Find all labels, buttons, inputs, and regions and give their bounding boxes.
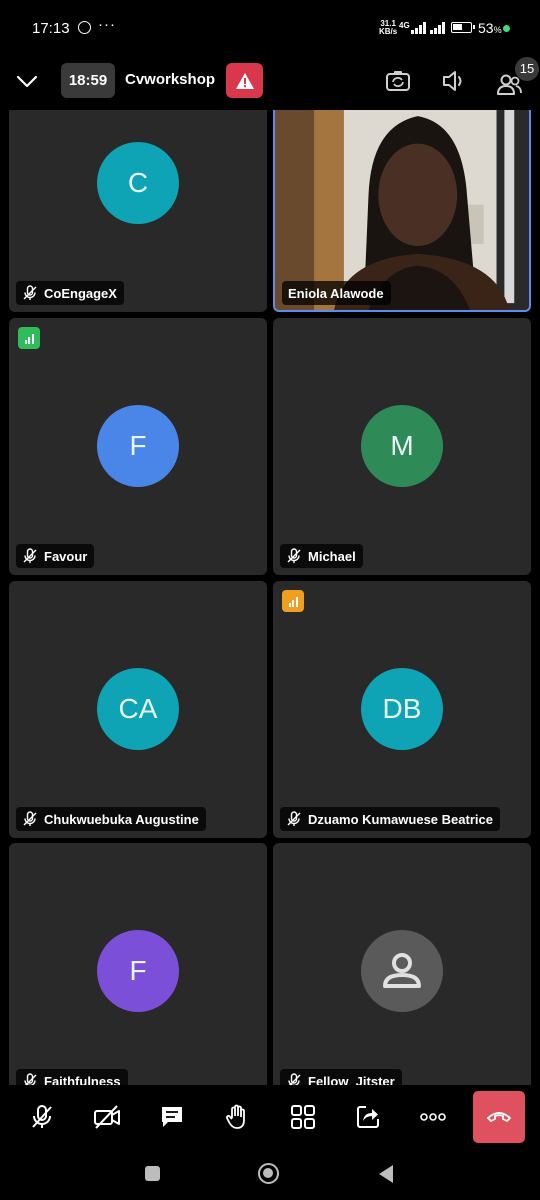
- network-speed-unit: KB/s: [379, 27, 398, 36]
- mic-off-icon: [23, 548, 37, 563]
- participant-tile[interactable]: M Michael: [273, 318, 531, 575]
- participant-nameplate: Fellow_Jitster: [280, 1069, 402, 1085]
- participant-nameplate: Dzuamo Kumawuese Beatrice: [280, 807, 500, 831]
- participant-nameplate: CoEngageX: [16, 281, 124, 305]
- raise-hand-button[interactable]: [213, 1093, 261, 1141]
- participant-video-feed: [275, 110, 529, 310]
- back-icon[interactable]: [379, 1165, 393, 1183]
- mic-off-icon: [288, 1073, 301, 1085]
- network-quality-icon: [18, 327, 40, 349]
- participant-name: Eniola Alawode: [288, 285, 384, 301]
- participant-name: Dzuamo Kumawuese Beatrice: [308, 811, 493, 827]
- participant-tile[interactable]: Fellow_Jitster: [273, 843, 531, 1085]
- battery-percent: 53%: [478, 20, 502, 36]
- status-bar: 17:13 ··· 31.1 KB/s 4G 53%: [0, 0, 540, 58]
- chevron-down-icon[interactable]: [16, 70, 38, 92]
- participant-name: Favour: [44, 548, 88, 564]
- participant-tile-active-speaker[interactable]: Eniola Alawode: [273, 110, 531, 312]
- status-time: 17:13: [32, 20, 70, 37]
- more-notifications-icon: ···: [98, 16, 116, 33]
- participant-tile[interactable]: F Faithfulness: [9, 843, 267, 1085]
- more-icon: [420, 1113, 446, 1121]
- leave-call-button[interactable]: [473, 1091, 525, 1143]
- avatar: CA: [97, 668, 179, 750]
- more-options-button[interactable]: [409, 1093, 457, 1141]
- person-icon: [383, 953, 421, 988]
- home-icon[interactable]: [258, 1163, 279, 1184]
- participant-name: CoEngageX: [44, 285, 117, 301]
- network-type: 4G: [399, 21, 410, 30]
- avatar: F: [97, 405, 179, 487]
- avatar: [361, 930, 443, 1012]
- participant-count-badge: 15: [515, 57, 539, 81]
- video-grid: C CoEngageX Eniola Alawode F Favour M Mi…: [0, 110, 540, 1085]
- participant-name: Michael: [308, 548, 356, 564]
- gallery-view-icon: [291, 1105, 315, 1129]
- network-quality-icon: [282, 590, 304, 612]
- meeting-timer: 18:59: [61, 63, 115, 98]
- mic-off-icon: [287, 548, 301, 563]
- raise-hand-icon: [226, 1104, 245, 1129]
- mic-off-icon: [23, 285, 37, 300]
- meeting-title[interactable]: Cvworkshop: [125, 71, 215, 88]
- avatar: M: [361, 405, 443, 487]
- participant-tile[interactable]: DB Dzuamo Kumawuese Beatrice: [273, 581, 531, 838]
- participant-tile[interactable]: C CoEngageX: [9, 110, 267, 312]
- network-speed: 31.1 KB/s: [379, 20, 397, 36]
- battery-unit: %: [493, 25, 502, 35]
- share-button[interactable]: [344, 1093, 392, 1141]
- participant-tile[interactable]: CA Chukwuebuka Augustine: [9, 581, 267, 838]
- switch-camera-icon[interactable]: [385, 68, 411, 94]
- participant-nameplate: Faithfulness: [16, 1069, 128, 1085]
- battery-value: 53: [478, 20, 494, 36]
- participant-name: Faithfulness: [44, 1073, 121, 1086]
- whatsapp-notification-icon: [78, 21, 91, 34]
- mic-off-icon: [287, 811, 301, 826]
- participant-nameplate: Chukwuebuka Augustine: [16, 807, 206, 831]
- recent-apps-icon[interactable]: [145, 1166, 160, 1181]
- privacy-indicator-icon: [503, 25, 510, 32]
- gallery-view-button[interactable]: [279, 1093, 327, 1141]
- participant-name: Chukwuebuka Augustine: [44, 811, 199, 827]
- speaker-icon[interactable]: [441, 68, 467, 94]
- video-toggle-button[interactable]: [83, 1093, 131, 1141]
- warning-icon: [235, 72, 254, 89]
- battery-icon: [451, 22, 475, 33]
- warning-button[interactable]: [226, 63, 263, 98]
- chat-icon: [162, 1107, 182, 1127]
- system-navigation-bar: [0, 1150, 540, 1200]
- avatar: F: [97, 930, 179, 1012]
- meeting-toolbar: 18:59 Cvworkshop 15: [0, 57, 540, 110]
- avatar: DB: [361, 668, 443, 750]
- participant-nameplate: Favour: [16, 544, 95, 568]
- signal-icon: [411, 22, 426, 34]
- avatar: C: [97, 142, 179, 224]
- participant-nameplate: Michael: [280, 544, 363, 568]
- call-controls: [0, 1085, 540, 1150]
- leave-call-icon: [487, 1112, 511, 1122]
- signal-icon-sim2: [430, 22, 445, 34]
- chat-button[interactable]: [148, 1093, 196, 1141]
- mute-button[interactable]: [18, 1093, 66, 1141]
- participant-nameplate: Eniola Alawode: [282, 281, 391, 305]
- mic-off-icon: [24, 1073, 37, 1085]
- mic-off-icon: [32, 1105, 52, 1128]
- share-icon: [357, 1106, 379, 1128]
- camera-off-icon: [94, 1105, 120, 1129]
- mic-off-icon: [23, 811, 37, 826]
- participant-name: Fellow_Jitster: [308, 1073, 395, 1086]
- participant-tile[interactable]: F Favour: [9, 318, 267, 575]
